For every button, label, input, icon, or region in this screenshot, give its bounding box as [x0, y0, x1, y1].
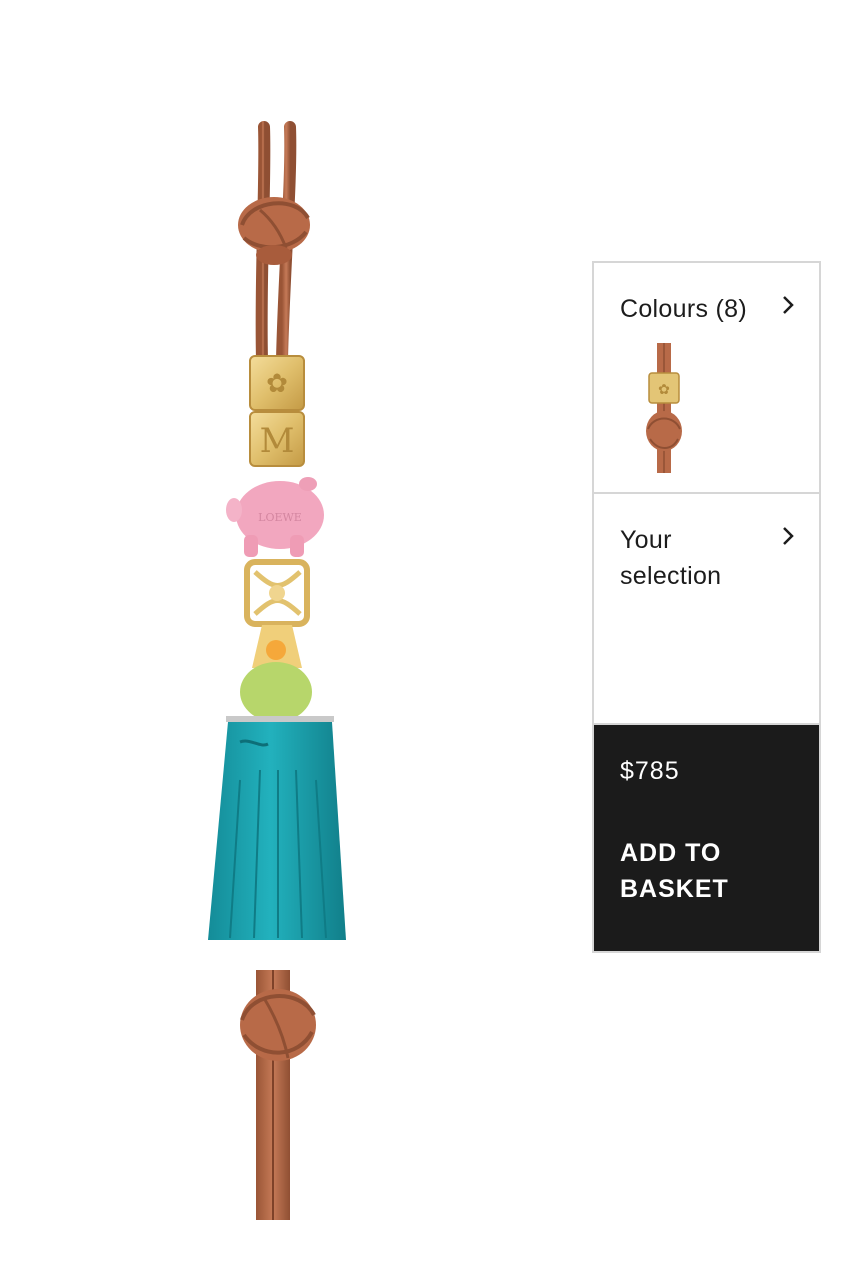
colours-selector[interactable]: Colours (8) ✿	[594, 263, 819, 494]
green-bird-bead	[226, 625, 334, 722]
purchase-panel: Colours (8) ✿ Your selection $785 ADD TO…	[592, 261, 821, 953]
add-to-basket-button[interactable]: ADD TO BASKET	[620, 835, 740, 907]
buy-box: $785 ADD TO BASKET	[594, 725, 819, 951]
svg-text:✿: ✿	[266, 369, 288, 399]
gold-anagram-bead	[244, 559, 310, 627]
teal-leather-tassel	[208, 722, 346, 940]
svg-text:✿: ✿	[658, 382, 670, 398]
colours-label: Colours (8)	[620, 295, 747, 323]
cube-letter: M	[260, 421, 295, 461]
your-selection-panel[interactable]: Your selection	[594, 494, 819, 725]
leather-knot-top	[238, 197, 310, 265]
colour-swatch-thumbnail[interactable]: ✿	[644, 343, 684, 473]
product-price: $785	[620, 757, 680, 785]
your-selection-label: Your selection	[620, 526, 722, 590]
gold-cube-beads: ✿ M	[249, 355, 305, 467]
pink-pig-bead: LOEWE	[226, 477, 324, 557]
chevron-right-icon[interactable]	[781, 525, 795, 547]
product-image: ✿ M LOEWE	[180, 120, 380, 1230]
chevron-right-icon[interactable]	[781, 294, 795, 316]
product-page: ✿ M LOEWE Colours (8) ✿ Your selection $…	[0, 0, 853, 1280]
pig-engraving: LOEWE	[258, 511, 302, 524]
leather-knot-bottom	[240, 989, 316, 1061]
